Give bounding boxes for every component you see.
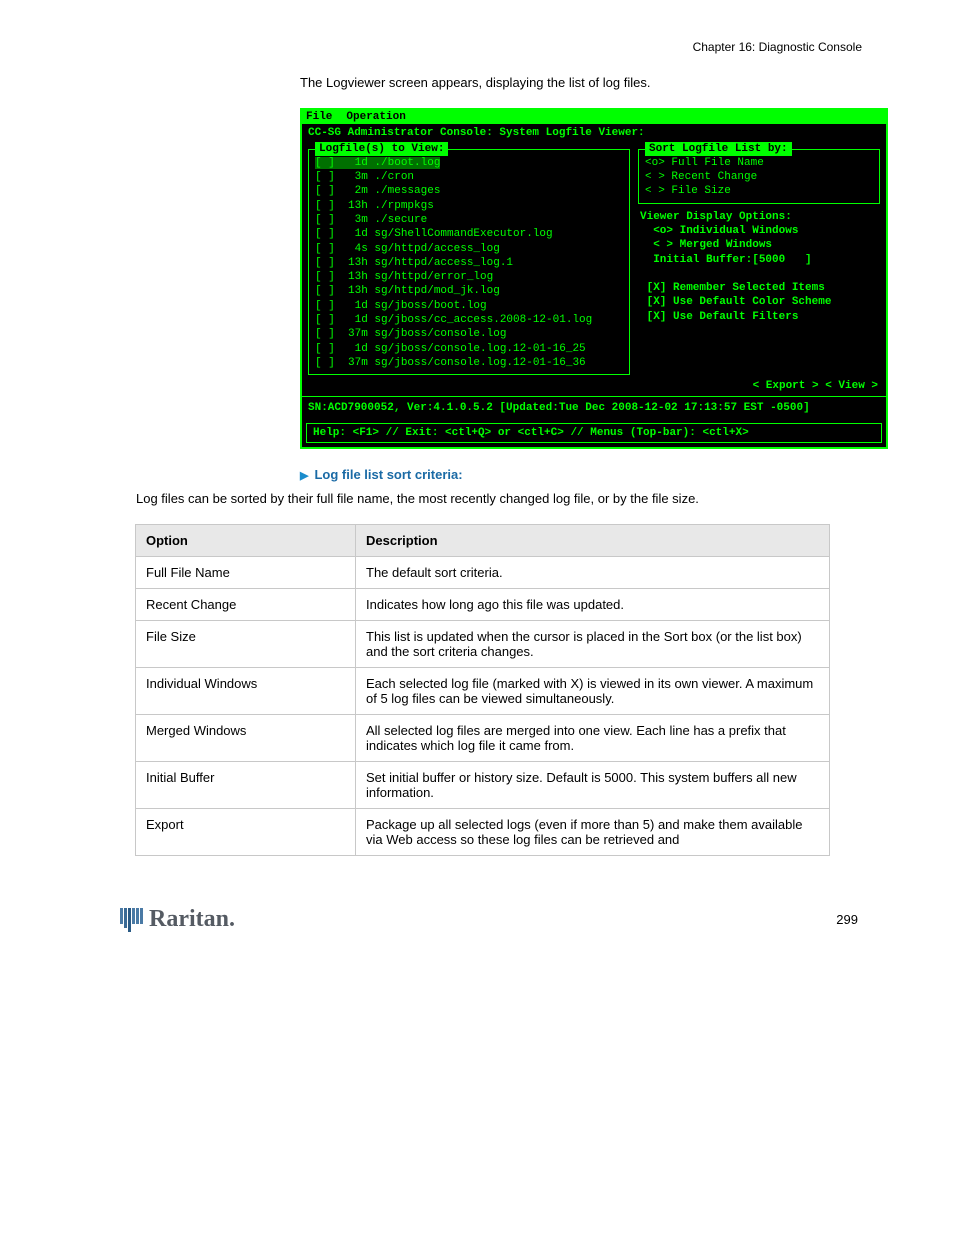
terminal-menubar: File Operation (302, 110, 886, 124)
brand-name: Raritan. (149, 906, 235, 933)
cell: All selected log files are merged into o… (356, 715, 830, 762)
cell: Export (136, 809, 356, 856)
brand-icon (120, 908, 143, 932)
table-row: Merged WindowsAll selected log files are… (136, 715, 830, 762)
brand-logo: Raritan. (120, 906, 235, 933)
terminal-screenshot: File Operation CC-SG Administrator Conso… (300, 108, 888, 449)
table-row: Full File NameThe default sort criteria. (136, 557, 830, 589)
table-row: ExportPackage up all selected logs (even… (136, 809, 830, 856)
cell: Package up all selected logs (even if mo… (356, 809, 830, 856)
cell: Each selected log file (marked with X) i… (356, 668, 830, 715)
logfiles-box: Logfile(s) to View: [ ] 1d ./boot.log [ … (308, 149, 630, 375)
cell: File Size (136, 621, 356, 668)
terminal-help-line: Help: <F1> // Exit: <ctl+Q> or <ctl+C> /… (306, 423, 882, 443)
terminal-title: CC-SG Administrator Console: System Logf… (302, 124, 886, 142)
cell: The default sort criteria. (356, 557, 830, 589)
section-heading: ▶ Log file list sort criteria: (300, 467, 862, 482)
sort-options[interactable]: <o> Full File Name < > Recent Change < >… (639, 150, 879, 203)
table-row: Initial BufferSet initial buffer or hist… (136, 762, 830, 809)
chapter-header: Chapter 16: Diagnostic Console (120, 40, 862, 54)
table-header-option: Option (136, 525, 356, 557)
intro-text: The Logviewer screen appears, displaying… (300, 74, 862, 92)
options-table: Option Description Full File NameThe def… (135, 524, 830, 856)
cell: Set initial buffer or history size. Defa… (356, 762, 830, 809)
logfiles-box-label: Logfile(s) to View: (315, 142, 448, 156)
sort-box-label: Sort Logfile List by: (645, 142, 792, 156)
table-row: Recent ChangeIndicates how long ago this… (136, 589, 830, 621)
arrow-icon: ▶ (300, 470, 308, 482)
cell: Full File Name (136, 557, 356, 589)
terminal-status-line: SN:ACD7900052, Ver:4.1.0.5.2 [Updated:Tu… (302, 396, 886, 419)
cell: Initial Buffer (136, 762, 356, 809)
table-header-description: Description (356, 525, 830, 557)
terminal-actions[interactable]: < Export > < View > (302, 377, 886, 395)
section-heading-text: Log file list sort criteria: (314, 467, 462, 482)
cell: Indicates how long ago this file was upd… (356, 589, 830, 621)
log-list[interactable]: [ ] 1d ./boot.log [ ] 3m ./cron [ ] 2m .… (309, 150, 629, 374)
cell: Merged Windows (136, 715, 356, 762)
menu-file[interactable]: File (306, 110, 332, 124)
table-row: File SizeThis list is updated when the c… (136, 621, 830, 668)
menu-operation[interactable]: Operation (346, 110, 405, 124)
cell: This list is updated when the cursor is … (356, 621, 830, 668)
sort-box: Sort Logfile List by: <o> Full File Name… (638, 149, 880, 204)
section-note: Log files can be sorted by their full fi… (136, 490, 862, 508)
cell: Recent Change (136, 589, 356, 621)
cell: Individual Windows (136, 668, 356, 715)
page-number: 299 (245, 912, 862, 927)
table-row: Individual WindowsEach selected log file… (136, 668, 830, 715)
